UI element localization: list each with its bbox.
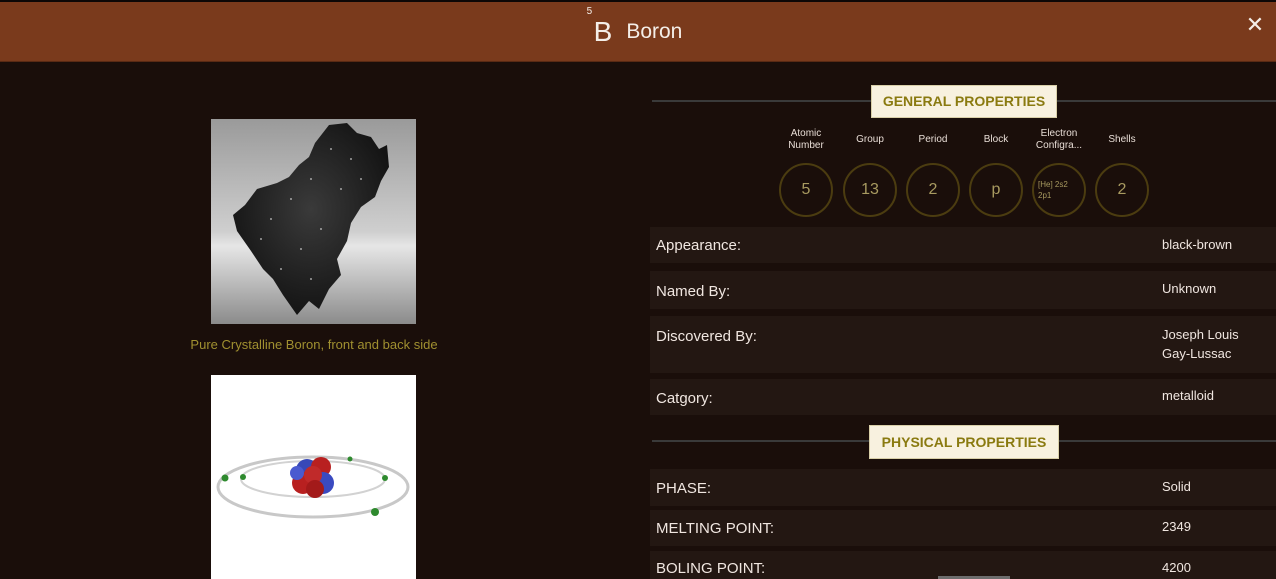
row-discovered-by: Discovered By: Joseph Louis Gay-Lussac: [650, 316, 1276, 373]
row-boiling-point: BOLING POINT: 4200: [650, 551, 1276, 579]
element-symbol: B: [593, 16, 613, 47]
prop-label: Shells: [1108, 134, 1136, 145]
row-value: 2349: [1162, 519, 1191, 534]
right-panel: GENERAL PROPERTIES Atomic Number 5 Group…: [650, 63, 1276, 579]
prop-value: 5: [779, 163, 833, 217]
close-icon[interactable]: ✕: [1244, 14, 1266, 36]
prop-period: Period 2: [905, 127, 961, 217]
row-value: black-brown: [1162, 237, 1233, 252]
atom-model-drawing: [216, 455, 410, 519]
row-named-by: Named By: Unknown: [650, 271, 1276, 309]
row-key: BOLING POINT:: [656, 560, 766, 577]
row-key: Catgory:: [656, 390, 713, 407]
prop-block: Block p: [968, 127, 1024, 217]
row-melting-point: MELTING POINT: 2349: [650, 510, 1276, 546]
prop-value: 2: [906, 163, 960, 217]
row-appearance: Appearance: black-brown: [650, 227, 1276, 263]
left-panel: Pure Crystalline Boron, front and back s…: [0, 63, 628, 579]
prop-value: 13: [843, 163, 897, 217]
prop-value: 2: [1095, 163, 1149, 217]
row-value: Solid: [1162, 479, 1191, 494]
image-caption: Pure Crystalline Boron, front and back s…: [190, 337, 438, 352]
row-key: Appearance:: [656, 237, 742, 254]
prop-label: Atomic Number: [788, 128, 824, 151]
element-title: 5 B Boron: [0, 2, 1276, 62]
prop-label: Group: [856, 134, 884, 145]
row-phase: PHASE: Solid: [650, 469, 1276, 506]
boron-crystal-drawing: [233, 123, 389, 315]
prop-electron-configuration: Electron Configra... [He] 2s2 2p1: [1031, 127, 1087, 217]
prop-label: Period: [918, 134, 948, 145]
prop-group: Group 13: [842, 127, 898, 217]
prop-shells: Shells 2: [1094, 127, 1150, 217]
row-key: PHASE:: [656, 480, 712, 497]
row-value: Unknown: [1162, 281, 1217, 296]
modal-header: 5 B Boron ✕: [0, 2, 1276, 62]
prop-value: p: [969, 163, 1023, 217]
row-category: Catgory: metalloid: [650, 379, 1276, 415]
prop-label: Block: [983, 134, 1009, 145]
row-value: metalloid: [1162, 388, 1215, 403]
general-properties-title: GENERAL PROPERTIES: [871, 85, 1057, 118]
physical-properties-title: PHYSICAL PROPERTIES: [869, 425, 1059, 459]
atomic-number-sup: 5: [586, 6, 593, 17]
element-symbol-group: 5 B: [587, 2, 613, 62]
row-value: 4200: [1162, 560, 1191, 575]
atom-model-image: [211, 375, 416, 579]
row-key: MELTING POINT:: [656, 520, 775, 537]
element-name: Boron: [626, 20, 683, 43]
boron-crystal-image: [211, 119, 416, 324]
row-value: Joseph Louis Gay-Lussac: [1162, 327, 1239, 361]
prop-label: Electron Configra...: [1035, 128, 1083, 151]
prop-value: [He] 2s2 2p1: [1032, 163, 1086, 217]
prop-atomic-number: Atomic Number 5: [778, 127, 834, 217]
row-key: Named By:: [656, 283, 731, 300]
row-key: Discovered By:: [656, 328, 757, 345]
